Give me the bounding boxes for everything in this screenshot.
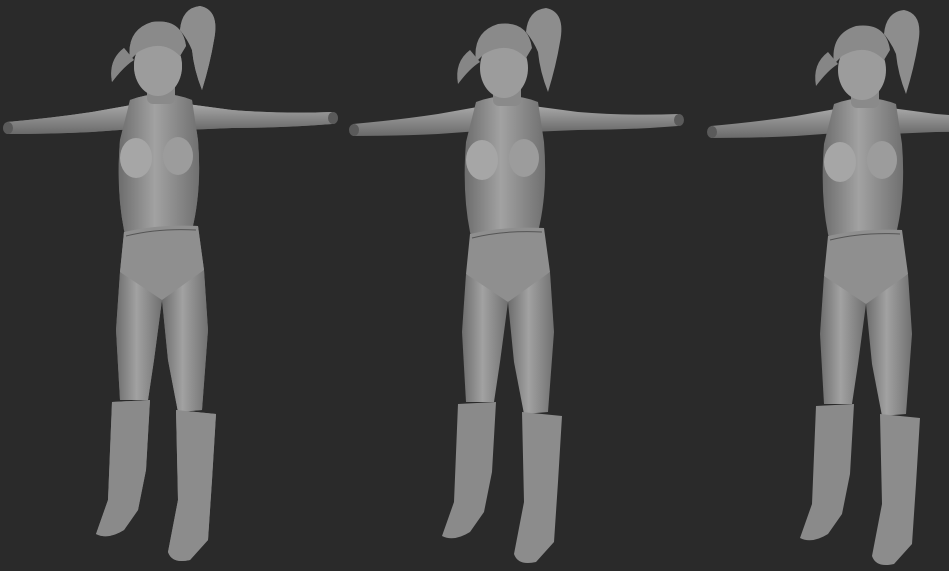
viewport	[0, 0, 949, 571]
shaded-figure	[348, 7, 685, 564]
shaded-figure-lit	[706, 9, 949, 566]
viewport-canvas	[2, 5, 949, 566]
wireframe-figure	[2, 5, 339, 562]
